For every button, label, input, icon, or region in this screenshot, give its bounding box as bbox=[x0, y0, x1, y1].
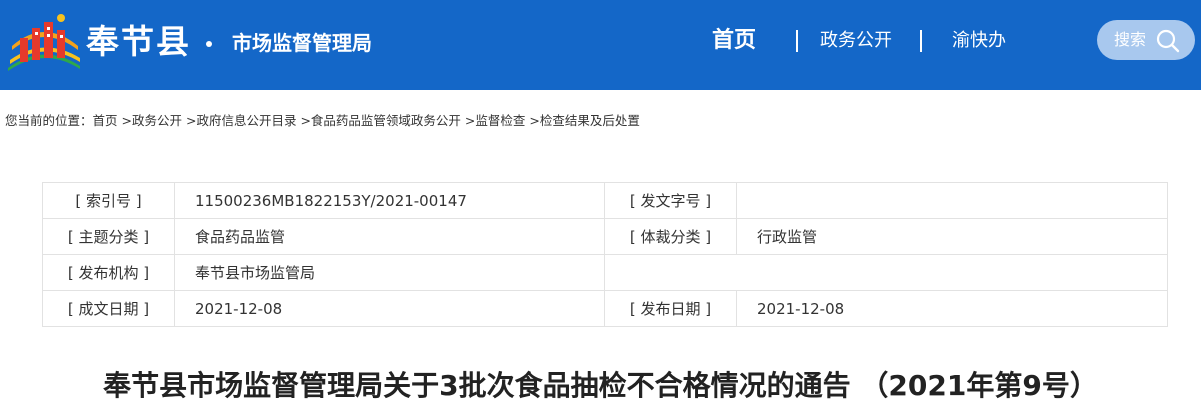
publish-date-value: 2021-12-08 bbox=[736, 290, 1168, 327]
nav-gov-affairs[interactable]: 政务公开 bbox=[820, 26, 892, 56]
topic-value: 食品药品监管 bbox=[174, 218, 605, 255]
county-logo-icon[interactable] bbox=[6, 8, 82, 72]
search-icon bbox=[1156, 29, 1180, 53]
search-button[interactable]: 搜索 bbox=[1097, 20, 1195, 60]
written-date-value: 2021-12-08 bbox=[174, 290, 605, 327]
nav-divider bbox=[920, 30, 922, 52]
doc-no-label: [ 发文字号 ] bbox=[604, 182, 737, 219]
index-no-label: [ 索引号 ] bbox=[42, 182, 175, 219]
breadcrumb-item-food-drug[interactable]: 食品药品监管领域政务公开 bbox=[311, 113, 461, 128]
site-name: 奉节县 bbox=[86, 22, 191, 61]
breadcrumb-separator: > bbox=[182, 113, 197, 128]
index-no-value: 11500236MB1822153Y/2021-00147 bbox=[174, 182, 605, 219]
table-row: [ 发布机构 ] 奉节县市场监管局 bbox=[42, 254, 1168, 291]
breadcrumb-separator: > bbox=[296, 113, 311, 128]
breadcrumb-separator: > bbox=[525, 113, 540, 128]
breadcrumb-separator: > bbox=[460, 113, 476, 128]
title-separator-dot bbox=[206, 41, 212, 47]
nav-divider bbox=[796, 30, 798, 52]
nav-yu-kuai-ban[interactable]: 渝快办 bbox=[952, 26, 1006, 56]
article-title: 奉节县市场监督管理局关于3批次食品抽检不合格情况的通告 （2021年第9号） bbox=[103, 369, 1098, 402]
document-metadata-table: [ 索引号 ] 11500236MB1822153Y/2021-00147 [ … bbox=[42, 182, 1168, 327]
breadcrumb-item-info-catalog[interactable]: 政府信息公开目录 bbox=[196, 113, 296, 128]
breadcrumb-item-gov-affairs[interactable]: 政务公开 bbox=[132, 113, 182, 128]
breadcrumb: 您当前的位置：首页 >政务公开 >政府信息公开目录 >食品药品监管领域政务公开 … bbox=[5, 112, 640, 130]
issuer-value: 奉节县市场监管局 bbox=[174, 254, 605, 291]
table-row: [ 成文日期 ] 2021-12-08 [ 发布日期 ] 2021-12-08 bbox=[42, 290, 1168, 327]
search-label: 搜索 bbox=[1114, 30, 1147, 49]
publish-date-label: [ 发布日期 ] bbox=[604, 290, 737, 327]
bureau-name: 市场监督管理局 bbox=[232, 31, 372, 55]
table-row: [ 索引号 ] 11500236MB1822153Y/2021-00147 [ … bbox=[42, 182, 1168, 219]
written-date-label: [ 成文日期 ] bbox=[42, 290, 175, 327]
site-header: 奉节县 市场监督管理局 首页 政务公开 渝快办 搜索 bbox=[0, 0, 1201, 90]
breadcrumb-prefix: 您当前的位置： bbox=[5, 113, 93, 128]
genre-label: [ 体裁分类 ] bbox=[604, 218, 737, 255]
table-row: [ 主题分类 ] 食品药品监管 [ 体裁分类 ] 行政监管 bbox=[42, 218, 1168, 255]
nav-home[interactable]: 首页 bbox=[712, 26, 756, 56]
empty-cell bbox=[604, 254, 1168, 291]
issuer-label: [ 发布机构 ] bbox=[42, 254, 175, 291]
breadcrumb-separator: > bbox=[117, 113, 132, 128]
breadcrumb-item-home[interactable]: 首页 bbox=[93, 113, 118, 128]
breadcrumb-item-results[interactable]: 检查结果及后处置 bbox=[540, 113, 640, 128]
genre-value: 行政监管 bbox=[736, 218, 1168, 255]
topic-label: [ 主题分类 ] bbox=[42, 218, 175, 255]
doc-no-value bbox=[736, 182, 1168, 219]
breadcrumb-item-supervision[interactable]: 监督检查 bbox=[475, 113, 525, 128]
